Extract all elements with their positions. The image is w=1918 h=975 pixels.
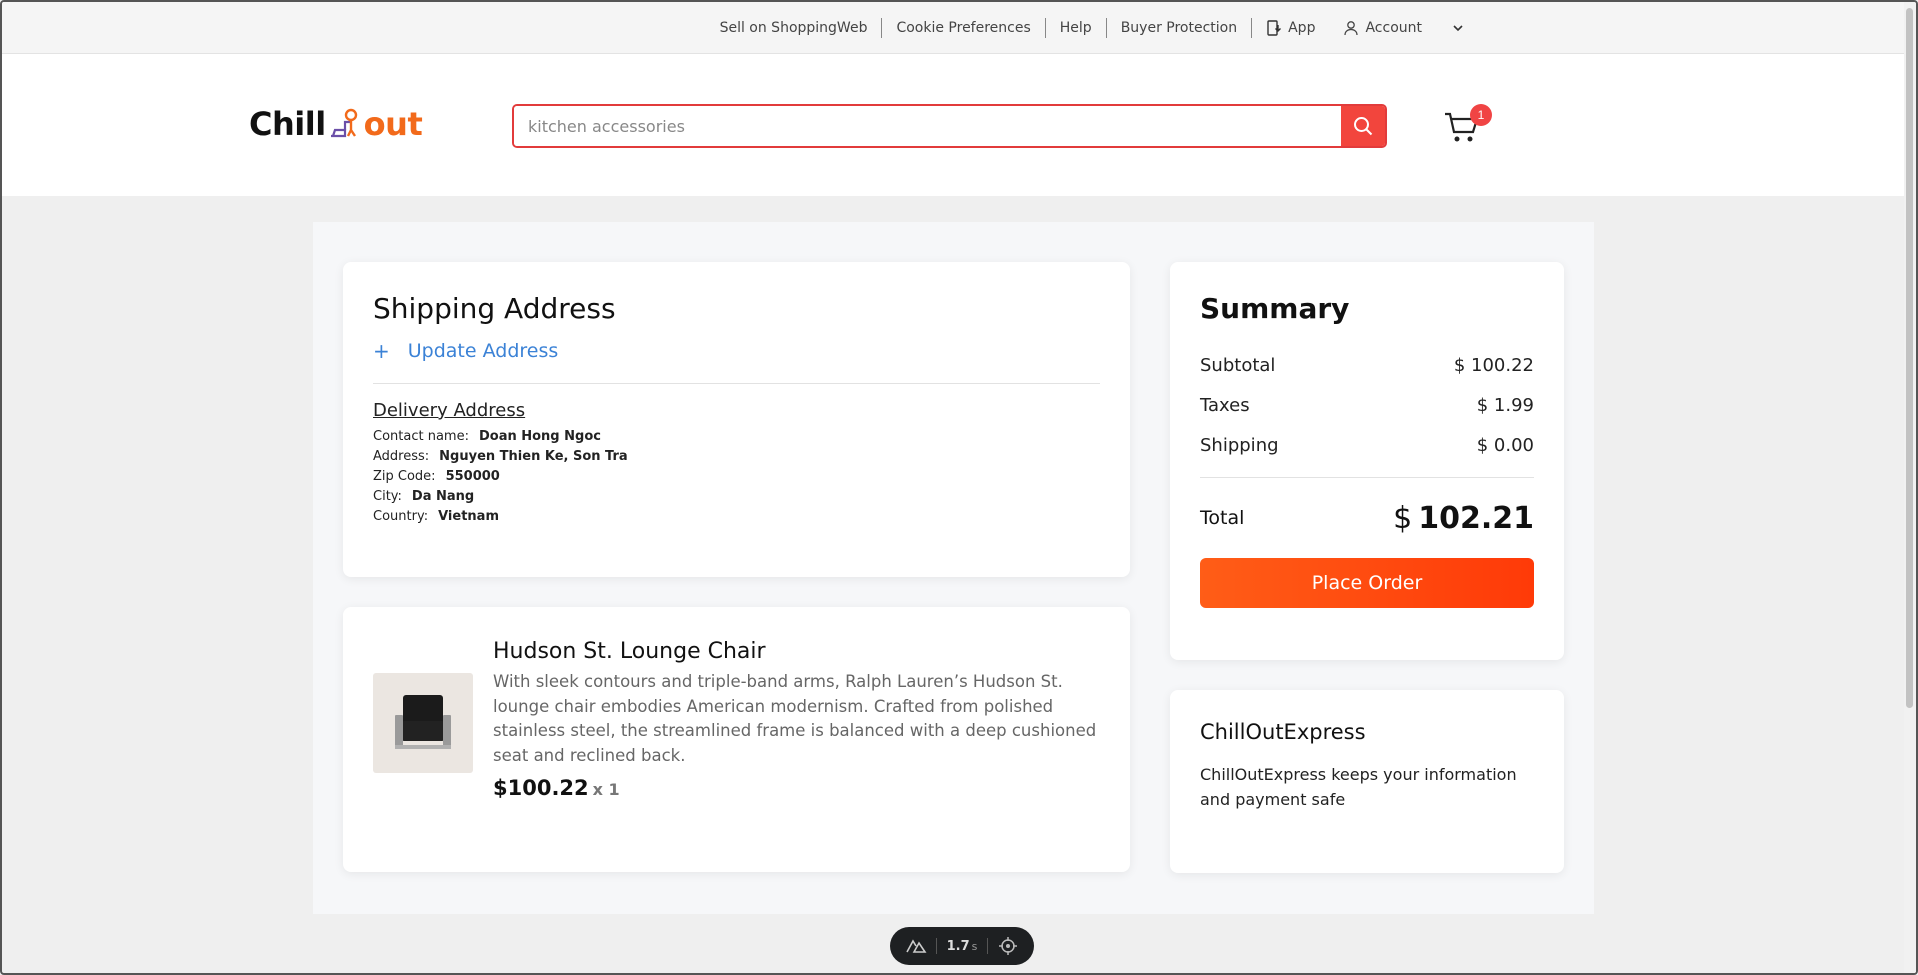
place-order-button[interactable]: Place Order	[1200, 558, 1534, 608]
field-label: Country:	[373, 509, 429, 524]
search-bar	[512, 104, 1387, 148]
shipping-address-card: Shipping Address + Update Address Delive…	[343, 262, 1130, 577]
top-utility-bar: Sell on ShoppingWeb Cookie Preferences H…	[2, 2, 1906, 54]
city-value: Da Nang	[411, 489, 475, 504]
field-label: City:	[373, 489, 402, 504]
zip-code-value: 550000	[445, 469, 500, 484]
cart-count-badge: 1	[1470, 104, 1492, 126]
divider	[936, 938, 938, 954]
summary-title: Summary	[1200, 292, 1350, 325]
product-name[interactable]: Hudson St. Lounge Chair	[493, 639, 1098, 664]
total-label: Total	[1200, 507, 1245, 529]
total-currency: $	[1393, 500, 1413, 536]
page-scrollbar[interactable]	[1904, 2, 1916, 973]
express-title: ChillOutExpress	[1200, 720, 1366, 744]
logo-text-chill: Chill	[249, 105, 326, 143]
express-text: ChillOutExpress keeps your information a…	[1200, 765, 1517, 809]
summary-card: Summary Subtotal $ 100.22 Taxes $ 1.99 Shi…	[1170, 262, 1564, 660]
app-link[interactable]: App	[1252, 20, 1329, 36]
taxes-value: $ 1.99	[1476, 394, 1534, 416]
total-value: 102.21	[1418, 500, 1534, 536]
site-header: Chill out 1	[2, 54, 1906, 196]
shipping-label: Shipping	[1200, 434, 1279, 456]
product-image[interactable]	[373, 673, 473, 773]
delivery-address-title: Delivery Address	[373, 400, 526, 421]
product-price-row: $100.22 x 1	[493, 776, 1098, 800]
subtotal-row: Subtotal $ 100.22	[1200, 345, 1534, 385]
plus-icon: +	[373, 339, 390, 363]
chevron-down-icon	[1453, 25, 1463, 32]
account-dropdown[interactable]	[1436, 20, 1480, 36]
load-time-value: 1.7	[946, 938, 970, 954]
address-row: Zip Code: 550000	[373, 467, 1100, 487]
cart-button[interactable]: 1	[1442, 102, 1492, 146]
order-item-card: Hudson St. Lounge Chair With sleek conto…	[343, 607, 1130, 872]
nuxt-logo-icon[interactable]	[905, 935, 927, 957]
account-link[interactable]: Account	[1329, 20, 1436, 36]
sell-link[interactable]: Sell on ShoppingWeb	[706, 20, 882, 36]
taxes-row: Taxes $ 1.99	[1200, 385, 1534, 425]
address-row: Contact name: Doan Hong Ngoc	[373, 427, 1100, 447]
divider	[986, 938, 988, 954]
search-button[interactable]	[1341, 106, 1385, 146]
subtotal-value: $ 100.22	[1453, 354, 1534, 376]
lounge-chair-image	[395, 695, 451, 749]
cookie-preferences-link[interactable]: Cookie Preferences	[882, 20, 1044, 36]
shipping-row: Shipping $ 0.00	[1200, 425, 1534, 465]
app-download-icon	[1267, 20, 1282, 36]
product-description: With sleek contours and triple-band arms…	[493, 672, 1097, 765]
address-row: City: Da Nang	[373, 487, 1100, 507]
logo-chair-icon	[330, 108, 357, 138]
address-value: Nguyen Thien Ke, Son Tra	[439, 449, 628, 464]
field-label: Contact name:	[373, 429, 469, 444]
scrollbar-thumb[interactable]	[1906, 8, 1913, 708]
taxes-label: Taxes	[1200, 394, 1250, 416]
shipping-value: $ 0.00	[1476, 434, 1534, 456]
contact-name-value: Doan Hong Ngoc	[478, 429, 601, 444]
address-row: Address: Nguyen Thien Ke, Son Tra	[373, 447, 1100, 467]
account-label: Account	[1365, 20, 1422, 36]
checkout-content: Shipping Address + Update Address Delive…	[313, 222, 1594, 914]
load-time: 1.7 s	[947, 939, 978, 954]
update-address-label: Update Address	[407, 340, 559, 362]
item-info: Hudson St. Lounge Chair With sleek conto…	[493, 639, 1098, 800]
field-label: Address:	[373, 449, 430, 464]
address-details: Contact name: Doan Hong Ngoc Address: Nguy…	[373, 427, 1100, 527]
divider	[373, 383, 1100, 384]
divider	[1200, 477, 1534, 478]
inspect-target-icon[interactable]	[997, 935, 1019, 957]
dev-tools-pill: 1.7 s	[890, 927, 1034, 965]
address-row: Country: Vietnam	[373, 507, 1100, 527]
field-label: Zip Code:	[373, 469, 436, 484]
help-link[interactable]: Help	[1046, 20, 1106, 36]
total-amount: $102.21	[1393, 501, 1534, 536]
search-icon	[1354, 117, 1373, 136]
product-quantity: x 1	[592, 780, 620, 799]
buyer-protection-link[interactable]: Buyer Protection	[1107, 20, 1251, 36]
search-input[interactable]	[514, 106, 1341, 146]
country-value: Vietnam	[438, 509, 499, 524]
update-address-button[interactable]: + Update Address	[373, 339, 1100, 363]
shipping-title: Shipping Address	[373, 292, 616, 325]
total-row: Total $102.21	[1200, 492, 1534, 544]
load-time-unit: s	[971, 939, 978, 953]
top-links: Sell on ShoppingWeb Cookie Preferences H…	[706, 2, 1480, 54]
logo[interactable]: Chill out	[249, 104, 423, 144]
app-label: App	[1288, 20, 1316, 36]
user-icon	[1344, 21, 1359, 36]
express-info-card: ChillOutExpress ChillOutExpress keeps yo…	[1170, 690, 1564, 873]
subtotal-label: Subtotal	[1200, 354, 1276, 376]
browser-window: Sell on ShoppingWeb Cookie Preferences H…	[0, 0, 1918, 975]
product-price: $100.22	[493, 776, 589, 800]
logo-text-out: out	[363, 105, 423, 143]
